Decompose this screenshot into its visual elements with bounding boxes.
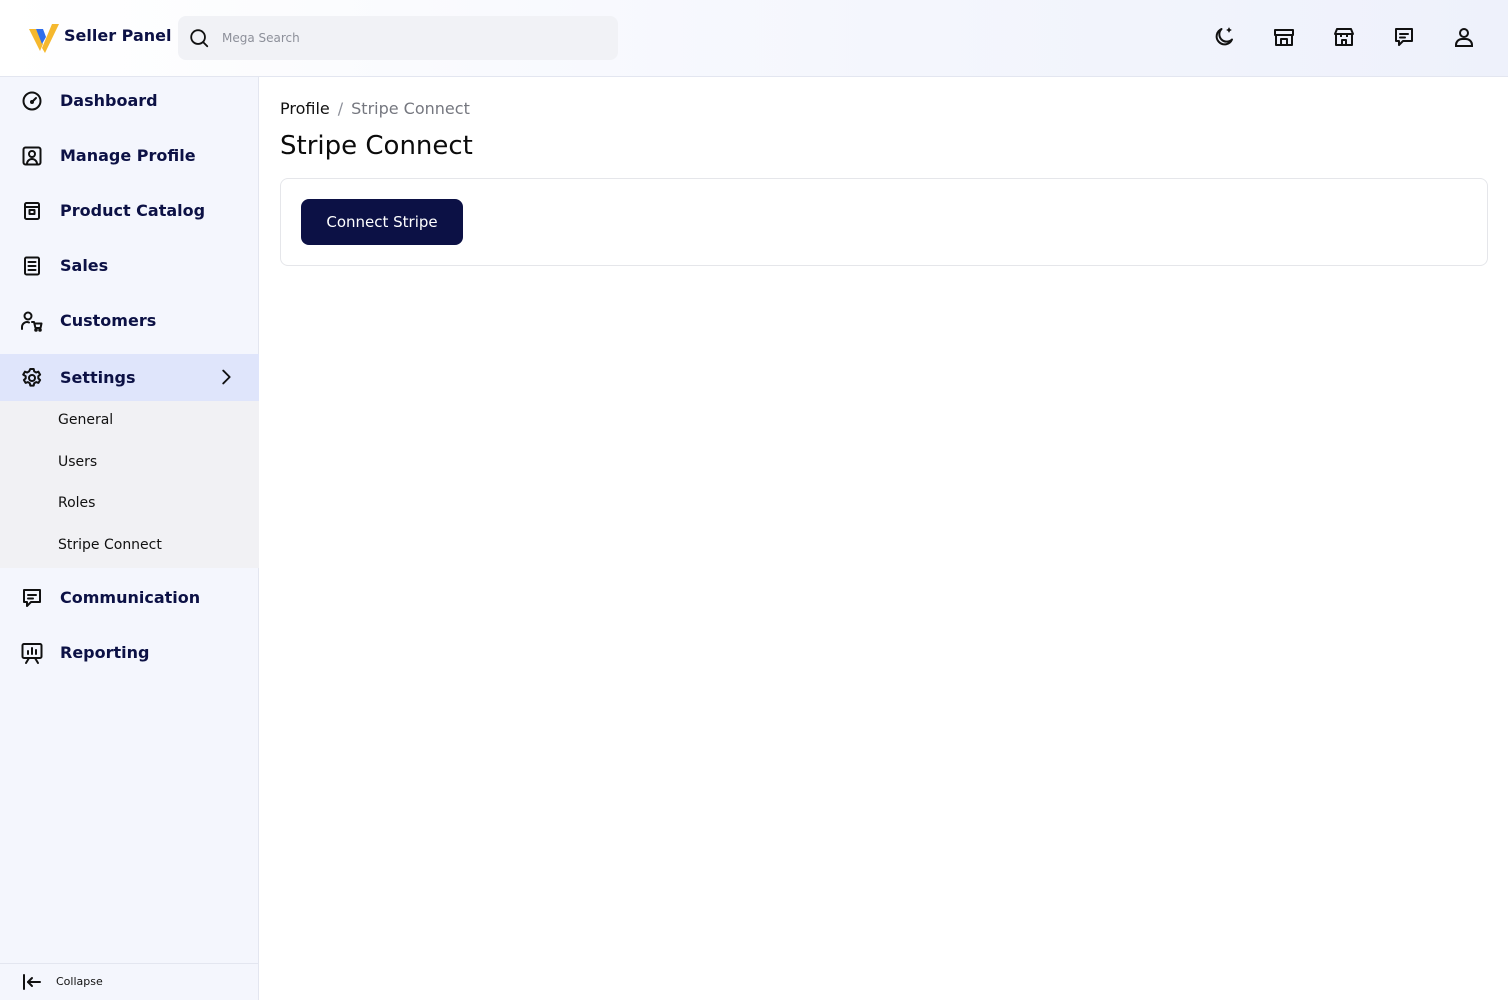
search-icon	[190, 29, 209, 48]
sidebar-item-communication[interactable]: Communication	[0, 574, 259, 621]
collapse-label: Collapse	[56, 975, 103, 988]
connect-stripe-button[interactable]: Connect Stripe	[301, 199, 463, 245]
collapse-sidebar-button[interactable]: Collapse	[0, 963, 259, 1000]
receipt-icon	[24, 256, 40, 276]
chat-icon	[23, 589, 41, 607]
sidebar-item-label: Sales	[60, 256, 109, 275]
stripe-connect-card: Connect Stripe	[280, 178, 1488, 266]
search-input[interactable]	[222, 28, 602, 48]
sidebar-item-label: Communication	[60, 588, 201, 607]
gear-icon	[22, 368, 42, 387]
chat-icon[interactable]	[1392, 25, 1416, 49]
sidebar-item-label: Dashboard	[60, 91, 158, 110]
user-icon[interactable]	[1452, 25, 1476, 49]
top-header: Seller Panel	[0, 0, 1508, 77]
sidebar-item-reporting[interactable]: Reporting	[0, 629, 259, 676]
mega-search[interactable]	[178, 16, 618, 60]
app-title: Seller Panel	[64, 26, 172, 45]
sidebar-item-dashboard[interactable]: Dashboard	[0, 77, 259, 124]
sidebar: Dashboard Manage Profile Product Catalog…	[0, 77, 259, 1000]
breadcrumb: Profile / Stripe Connect	[280, 99, 470, 118]
sidebar-item-label: Settings	[60, 368, 136, 387]
sidebar-item-settings[interactable]: Settings	[0, 354, 259, 401]
submenu-item-users[interactable]: Users	[0, 443, 259, 483]
theme-toggle-icon[interactable]	[1212, 25, 1236, 49]
seller-panel-logo	[29, 24, 59, 53]
breadcrumb-profile-link[interactable]: Profile	[280, 99, 330, 118]
collapse-arrow-icon	[23, 974, 41, 990]
sidebar-item-product-catalog[interactable]: Product Catalog	[0, 187, 259, 234]
customers-icon	[21, 311, 43, 332]
presentation-chart-icon	[21, 643, 43, 664]
catalog-icon	[24, 202, 40, 220]
submenu-item-roles[interactable]: Roles	[0, 484, 259, 524]
submenu-item-stripe-connect[interactable]: Stripe Connect	[0, 526, 259, 566]
store-icon[interactable]	[1272, 25, 1296, 49]
breadcrumb-current: Stripe Connect	[351, 99, 470, 118]
building-icon[interactable]	[1332, 25, 1356, 49]
gauge-icon	[22, 91, 42, 111]
sidebar-item-manage-profile[interactable]: Manage Profile	[0, 132, 259, 179]
sidebar-item-sales[interactable]: Sales	[0, 242, 259, 289]
profile-icon	[22, 146, 42, 166]
submenu-item-general[interactable]: General	[0, 401, 259, 441]
sidebar-item-label: Manage Profile	[60, 146, 196, 165]
sidebar-item-customers[interactable]: Customers	[0, 297, 259, 344]
sidebar-item-label: Product Catalog	[60, 201, 206, 220]
settings-submenu: General Users Roles Stripe Connect	[0, 401, 259, 568]
breadcrumb-separator: /	[337, 99, 344, 118]
sidebar-item-label: Reporting	[60, 643, 150, 662]
sidebar-item-label: Customers	[60, 311, 157, 330]
chevron-right-icon	[222, 369, 231, 385]
page-title: Stripe Connect	[280, 131, 473, 161]
